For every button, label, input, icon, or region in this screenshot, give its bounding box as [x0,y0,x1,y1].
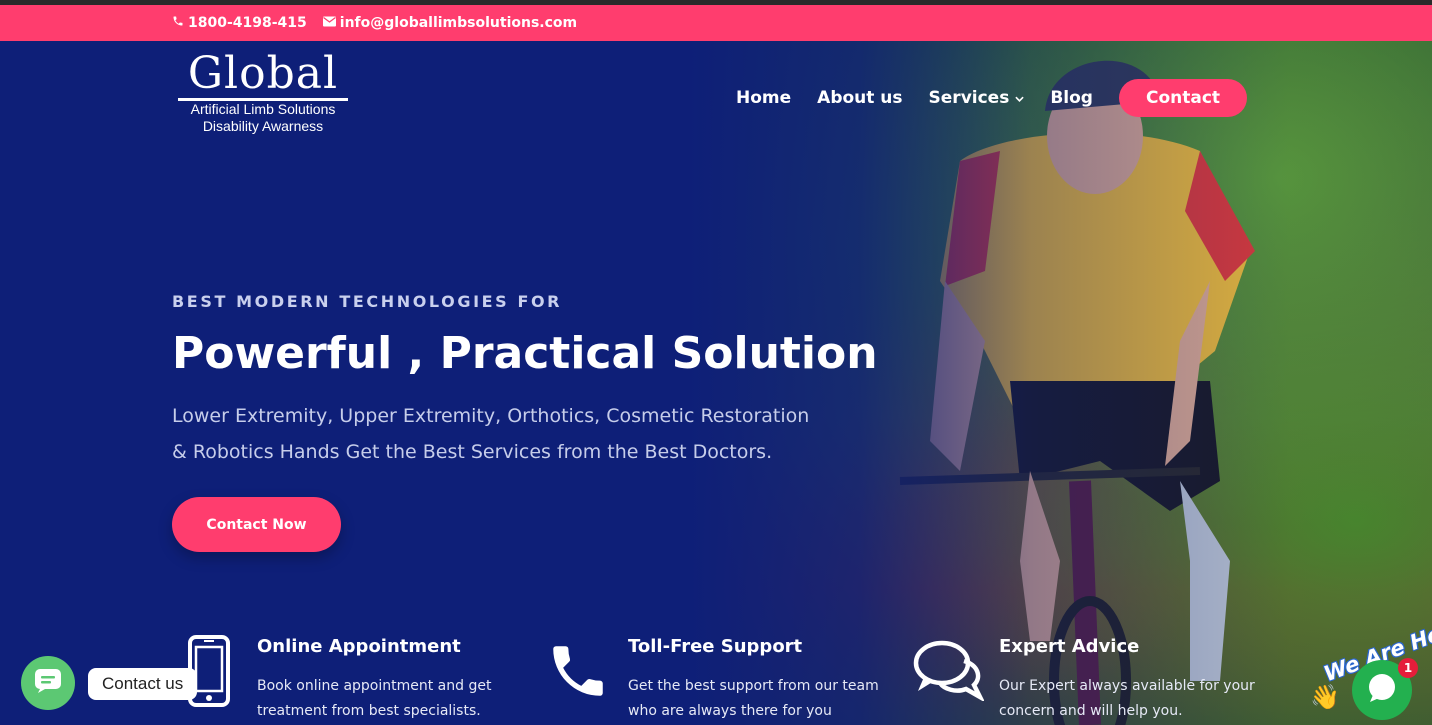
email-link[interactable]: info@globallimbsolutions.com [322,15,578,31]
feature-text: Get the best support from our team who a… [628,678,879,719]
chat-bubble-icon [1365,671,1399,709]
phone-link[interactable]: 1800-4198-415 [172,15,307,31]
feature-title: Online Appointment [257,636,461,657]
live-chat-widget[interactable]: We Are Here! 👋 1 [1306,610,1432,725]
waving-hand-icon: 👋 [1310,683,1340,711]
nav-blog[interactable]: Blog [1050,88,1093,108]
message-icon [34,668,62,698]
feature-title: Expert Advice [999,636,1140,657]
nav-home[interactable]: Home [736,88,791,108]
nav-contact-button[interactable]: Contact [1118,79,1248,117]
blue-overlay [0,41,1432,725]
global-logo[interactable]: Global Artificial Limb Solutions Disabil… [178,50,348,135]
envelope-icon [322,15,336,31]
main-nav: Home About us Services Blog Contact [736,79,1248,117]
unread-badge: 1 [1398,658,1418,678]
chevron-down-icon [1015,92,1025,105]
hero-headline: Powerful , Practical Solution [172,328,878,379]
nav-services[interactable]: Services [929,88,1025,108]
feature-title: Toll-Free Support [628,636,803,657]
contact-now-button[interactable]: Contact Now [172,497,341,552]
hero-desc-line-1: Lower Extremity, Upper Extremity, Orthot… [172,405,810,427]
logo-wordmark: Global [178,50,348,101]
hero-section: Global Artificial Limb Solutions Disabil… [0,41,1432,725]
hero-description: Lower Extremity, Upper Extremity, Orthot… [172,398,872,470]
logo-line-2: Disability Awarness [202,118,324,134]
hero-desc-line-2: & Robotics Hands Get the Best Services f… [172,441,773,463]
logo-line-1: Artificial Limb Solutions [190,101,336,117]
nav-about-us[interactable]: About us [817,88,902,108]
hero-kicker: BEST MODERN TECHNOLOGIES FOR [172,292,563,311]
chat-bubbles-icon [912,639,986,705]
nav-services-label: Services [928,88,1010,108]
phone-number: 1800-4198-415 [188,15,307,31]
phone-icon [172,15,184,31]
email-address: info@globallimbsolutions.com [339,15,578,31]
contact-chat-button[interactable] [21,656,75,710]
contact-topbar: 1800-4198-415 info@globallimbsolutions.c… [0,5,1432,41]
phone-icon [545,638,611,708]
feature-text: Book online appointment and get treatmen… [257,678,492,719]
contact-us-label[interactable]: Contact us [88,668,198,700]
feature-text: Our Expert always available for your con… [999,678,1255,719]
